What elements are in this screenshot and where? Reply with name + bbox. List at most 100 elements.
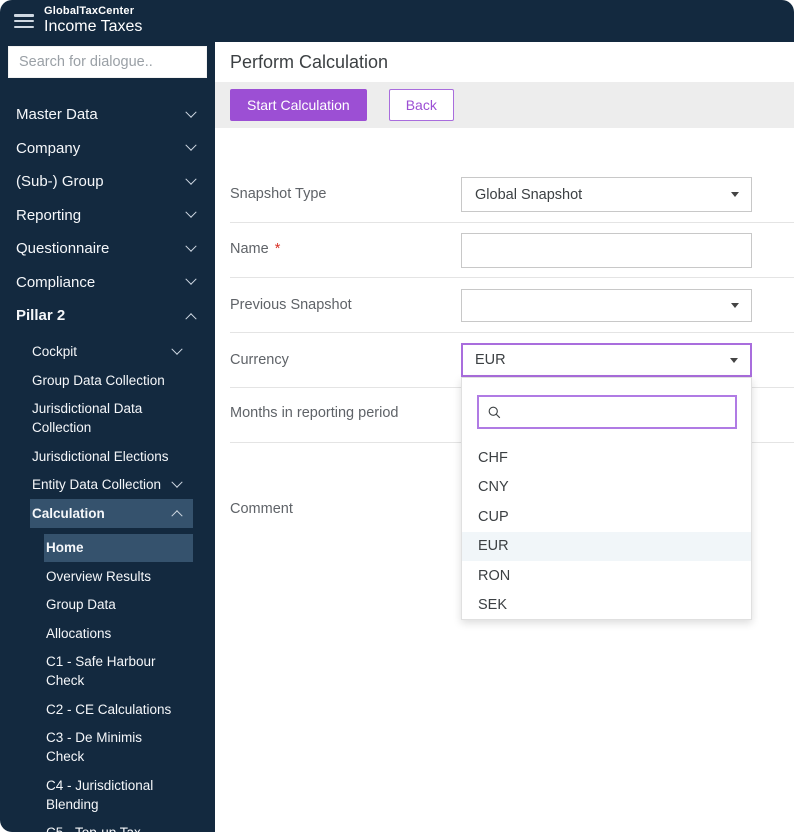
name-label: Name* (230, 241, 280, 257)
sidebar-item-questionnaire[interactable]: Questionnaire (0, 232, 215, 266)
sidebar-item-compliance[interactable]: Compliance (0, 266, 215, 300)
snapshot-type-select[interactable]: Global Snapshot (461, 177, 752, 212)
sidebar-item-label: Company (16, 140, 80, 157)
currency-label: Currency (230, 352, 289, 368)
previous-snapshot-label: Previous Snapshot (230, 297, 352, 313)
snapshot-type-value: Global Snapshot (475, 187, 582, 203)
chevron-down-icon (185, 240, 196, 251)
sidebar-item-label: C1 - Safe Harbour Check (46, 652, 181, 690)
sidebar-item-master-data[interactable]: Master Data (0, 98, 215, 132)
comment-label: Comment (230, 501, 293, 517)
currency-value: EUR (475, 352, 506, 368)
currency-search-input[interactable] (508, 397, 735, 427)
currency-option-cny[interactable]: CNY (462, 473, 751, 503)
sidebar-item-label: Jurisdictional Elections (32, 447, 169, 466)
page-title: Perform Calculation (230, 52, 388, 73)
currency-option-sek[interactable]: SEK (462, 591, 751, 621)
sidebar-item-reporting[interactable]: Reporting (0, 199, 215, 233)
sidebar-item-label: Group Data (46, 595, 116, 614)
months-label: Months in reporting period (230, 405, 398, 421)
name-input[interactable] (461, 233, 752, 268)
chevron-down-icon (171, 343, 182, 354)
sidebar-item-label: Overview Results (46, 567, 151, 586)
calculation-subnav: Home Overview Results Group Data Allocation… (0, 534, 215, 832)
sidebar-nav: Master Data Company (Sub-) Group Reporting Q… (0, 98, 215, 333)
sidebar-item-label: Questionnaire (16, 240, 109, 257)
sidebar-item-group-data[interactable]: Group Data (44, 591, 193, 620)
chevron-up-icon (185, 313, 196, 324)
sidebar-item-jurisdictional-data-collection[interactable]: Jurisdictional Data Collection (30, 395, 193, 443)
sidebar-item-overview-results[interactable]: Overview Results (44, 562, 193, 591)
sidebar-item-label: Allocations (46, 624, 111, 643)
start-calculation-button[interactable]: Start Calculation (230, 89, 367, 121)
sidebar-item-group-data-collection[interactable]: Group Data Collection (30, 366, 193, 395)
sidebar-item-label: C5 - Top-up Tax Allocation (46, 823, 181, 832)
sidebar-item-label: C2 - CE Calculations (46, 700, 171, 719)
calculation-form: Snapshot Type Global Snapshot Name* Prev… (215, 128, 794, 832)
sidebar-item-label: Home (46, 538, 84, 557)
required-asterisk: * (275, 241, 281, 257)
sidebar-item-label: Calculation (32, 504, 105, 523)
search-icon (487, 405, 502, 420)
currency-option-ron[interactable]: RON (462, 561, 751, 591)
snapshot-type-label: Snapshot Type (230, 186, 326, 202)
chevron-down-icon (171, 476, 182, 487)
sidebar-item-calculation[interactable]: Calculation (30, 499, 193, 528)
sidebar-item-label: Jurisdictional Data Collection (32, 399, 181, 437)
chevron-down-icon (185, 207, 196, 218)
chevron-down-icon (185, 274, 196, 285)
sidebar-item-label: Entity Data Collection (32, 475, 161, 494)
sidebar-item-allocations[interactable]: Allocations (44, 619, 193, 648)
sidebar-item-sub-group[interactable]: (Sub-) Group (0, 165, 215, 199)
sidebar-item-label: C4 - Jurisdictional Blending (46, 776, 181, 814)
back-button[interactable]: Back (389, 89, 454, 121)
sidebar-item-label: Pillar 2 (16, 307, 65, 324)
sidebar-item-jurisdictional-elections[interactable]: Jurisdictional Elections (30, 442, 193, 471)
currency-option-eur[interactable]: EUR (462, 532, 751, 562)
sidebar-item-company[interactable]: Company (0, 132, 215, 166)
chevron-down-icon (185, 173, 196, 184)
sidebar-item-home[interactable]: Home (44, 534, 193, 563)
app-titles: GlobalTaxCenter Income Taxes (44, 5, 142, 36)
app-header: GlobalTaxCenter Income Taxes (0, 0, 794, 42)
sidebar-search-input[interactable] (8, 46, 207, 78)
app-subtitle: Income Taxes (44, 18, 142, 36)
page-title-bar: Perform Calculation (215, 42, 794, 82)
divider (230, 332, 794, 333)
chevron-up-icon (171, 510, 182, 521)
previous-snapshot-select[interactable] (461, 289, 752, 322)
currency-option-cup[interactable]: CUP (462, 502, 751, 532)
app-window: GlobalTaxCenter Income Taxes Master Data… (0, 0, 794, 832)
pillar2-subnav: Cockpit Group Data Collection Jurisdiction… (0, 338, 215, 528)
sidebar-item-label: C3 - De Minimis Check (46, 728, 181, 766)
chevron-down-icon (185, 106, 196, 117)
main-content: Perform Calculation Start Calculation Ba… (215, 42, 794, 832)
sidebar-item-pillar-2[interactable]: Pillar 2 (0, 299, 215, 333)
menu-icon[interactable] (14, 14, 34, 28)
sidebar-item-label: Cockpit (32, 342, 77, 361)
sidebar-item-cockpit[interactable]: Cockpit (30, 338, 193, 367)
caret-down-icon (731, 192, 739, 197)
sidebar-item-label: Master Data (16, 106, 98, 123)
sidebar-item-c1-safe-harbour-check[interactable]: C1 - Safe Harbour Check (44, 648, 193, 696)
sidebar-item-label: Compliance (16, 274, 95, 291)
caret-down-icon (731, 303, 739, 308)
sidebar-item-c2-ce-calculations[interactable]: C2 - CE Calculations (44, 695, 193, 724)
divider (230, 222, 794, 223)
app-title: GlobalTaxCenter (44, 5, 142, 18)
currency-options-list: CHFCNYCUPEURRONSEK (462, 443, 751, 620)
sidebar-item-label: Reporting (16, 207, 81, 224)
sidebar-item-entity-data-collection[interactable]: Entity Data Collection (30, 471, 193, 500)
sidebar-item-c3-de-minimis-check[interactable]: C3 - De Minimis Check (44, 724, 193, 772)
divider (230, 277, 794, 278)
currency-option-chf[interactable]: CHF (462, 443, 751, 473)
sidebar-item-label: Group Data Collection (32, 371, 165, 390)
caret-down-icon (730, 358, 738, 363)
chevron-down-icon (185, 140, 196, 151)
toolbar: Start Calculation Back (215, 82, 794, 128)
sidebar: Master Data Company (Sub-) Group Reporting Q… (0, 42, 215, 832)
sidebar-item-c5-top-up-tax-allocation[interactable]: C5 - Top-up Tax Allocation (44, 819, 193, 832)
sidebar-item-c4-jurisdictional-blending[interactable]: C4 - Jurisdictional Blending (44, 771, 193, 819)
currency-search-box (477, 395, 737, 429)
currency-select[interactable]: EUR (461, 343, 752, 377)
